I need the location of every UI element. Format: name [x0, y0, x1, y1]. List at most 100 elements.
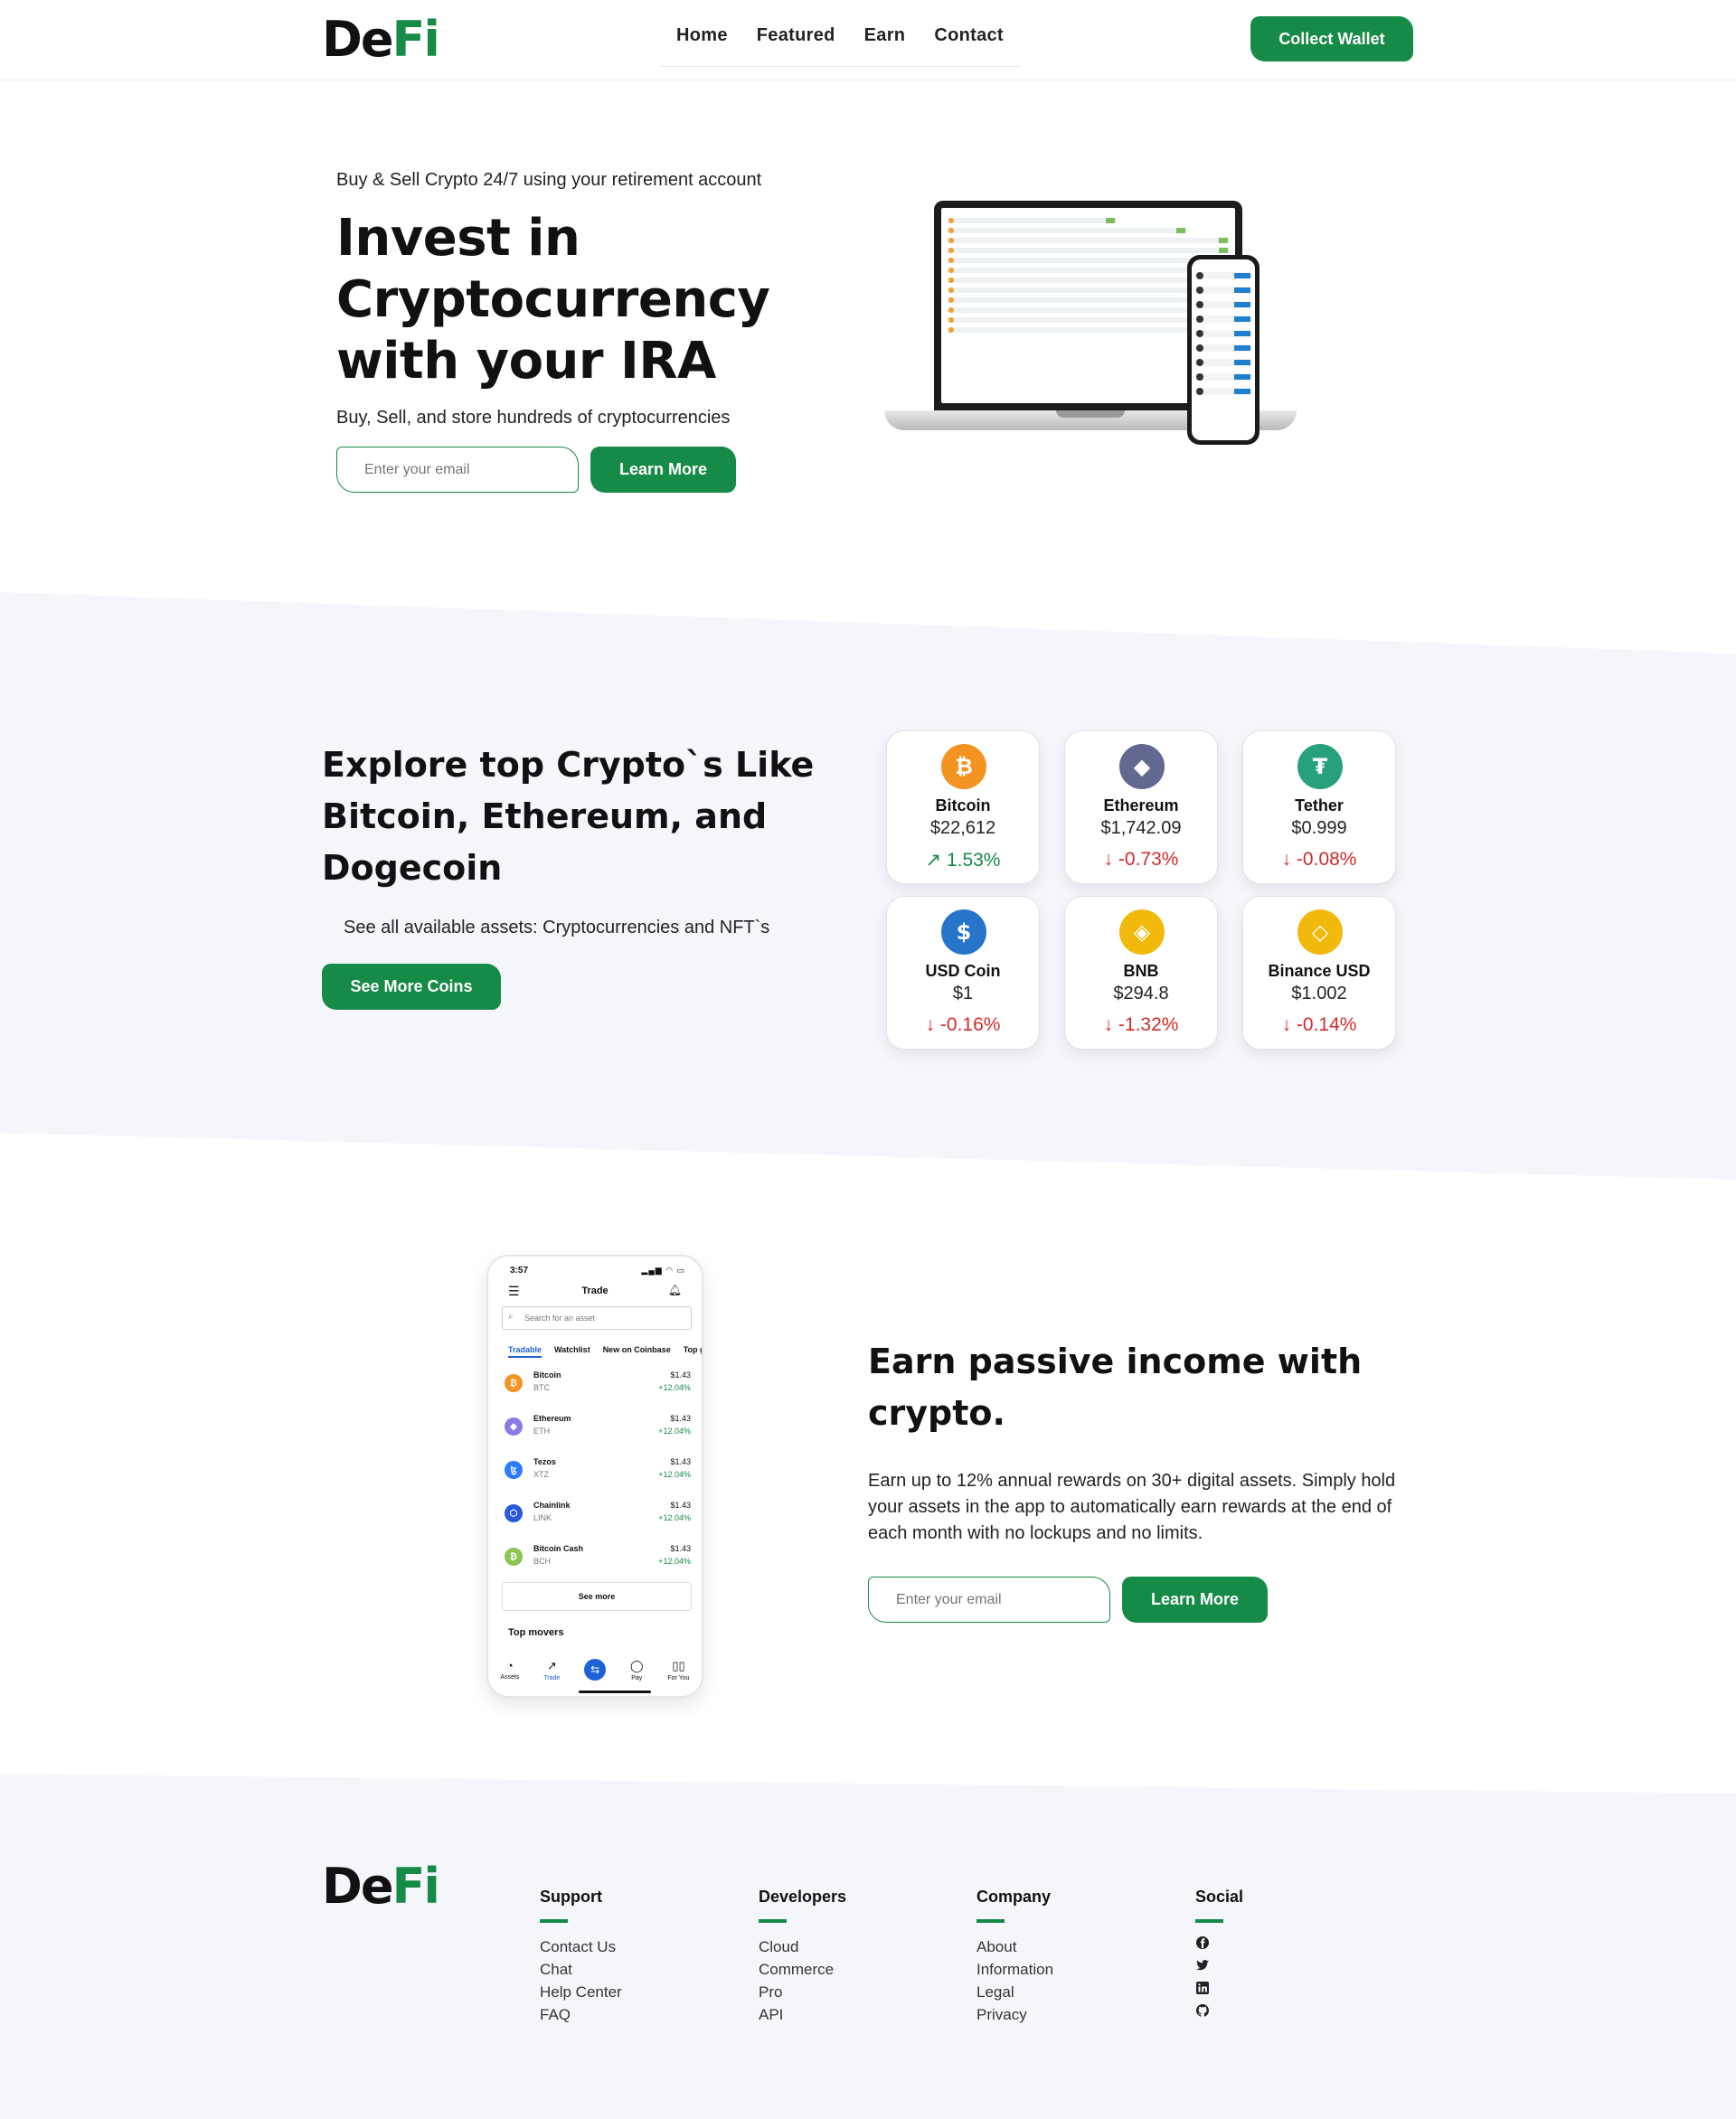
asset-name: Ethereum — [533, 1414, 571, 1423]
hero-kicker: Buy & Sell Crypto 24/7 using your retire… — [336, 170, 762, 190]
phone-asset-row: ◆ Ethereum ETH $1.43 +12.04% — [505, 1410, 691, 1443]
phone-nav-item: ⇆ — [584, 1659, 607, 1695]
footer-link[interactable]: Contact Us — [540, 1935, 622, 1958]
hero-learn-more-button[interactable]: Learn More — [590, 447, 736, 493]
phone-nav-item: ↗ Trade — [543, 1659, 561, 1681]
explore-background — [0, 592, 1736, 1180]
see-more-coins-button[interactable]: See More Coins — [322, 964, 501, 1010]
earn-learn-more-button[interactable]: Learn More — [1122, 1577, 1268, 1623]
asset-price: $1.43 — [670, 1501, 691, 1510]
coin-price: $1 — [952, 984, 974, 1003]
coin-card[interactable]: ◇ Binance USD $1.002 ↓ -0.14% — [1242, 896, 1396, 1050]
earn-description: Earn up to 12% annual rewards on 30+ dig… — [868, 1471, 1396, 1543]
asset-name: Bitcoin — [533, 1370, 561, 1380]
bell-icon: 🔔︎ — [667, 1284, 682, 1296]
explore-subtitle: See all available assets: Cryptocurrenci… — [344, 918, 770, 937]
nav-contact[interactable]: Contact — [934, 25, 1004, 66]
phone-tabs: Tradable Watchlist New on Coinbase Top g — [508, 1345, 702, 1358]
footer-link[interactable]: Cloud — [759, 1935, 846, 1958]
linkedin-icon[interactable] — [1195, 1981, 1210, 1995]
phone-nav-icon: ↗ — [546, 1659, 557, 1672]
twitter-icon[interactable] — [1195, 1958, 1210, 1973]
coin-card[interactable]: $ USD Coin $1 ↓ -0.16% — [886, 896, 1040, 1050]
bitcoin-icon: ₿ — [941, 744, 986, 789]
coin-change: ↓ -0.16% — [925, 1014, 1001, 1035]
phone-asset-row: ⬡ Chainlink LINK $1.43 +12.04% — [505, 1497, 691, 1530]
phone-nav-item: ▯▯ For You — [667, 1659, 690, 1681]
footer-link[interactable]: Chat — [540, 1958, 622, 1981]
asset-ticker: XTZ — [533, 1470, 549, 1479]
footer-link[interactable]: About — [976, 1935, 1053, 1958]
earn-email-input[interactable] — [868, 1577, 1110, 1623]
coin-name: Binance USD — [1268, 962, 1371, 980]
footer-logo[interactable]: DeFi — [322, 1858, 440, 1915]
coin-change: ↓ -0.73% — [1103, 849, 1179, 870]
asset-change: +12.04% — [658, 1470, 691, 1479]
collect-wallet-button[interactable]: Collect Wallet — [1250, 16, 1413, 61]
facebook-icon[interactable] — [1195, 1935, 1210, 1950]
footer-link[interactable]: API — [759, 2003, 846, 2026]
coin-price: $22,612 — [929, 818, 996, 838]
hero-email-input[interactable] — [336, 447, 579, 493]
footer-link[interactable]: Pro — [759, 1981, 846, 2003]
footer-support-title: Support — [540, 1888, 602, 1906]
coin-change: ↓ -0.14% — [1281, 1014, 1357, 1035]
footer-link[interactable]: Commerce — [759, 1958, 846, 1981]
asset-icon: ⬡ — [505, 1504, 523, 1522]
phone-status-icons: ▂▄▆ ◠ ▭ — [641, 1266, 685, 1275]
asset-change: +12.04% — [658, 1427, 691, 1436]
phone-bottom-nav: ◔ Assets ↗ Trade ⇆ ◯ Pay ▯▯ For You — [488, 1659, 702, 1695]
phone-asset-row: ꜩ Tezos XTZ $1.43 +12.04% — [505, 1454, 691, 1486]
nav-featured[interactable]: Featured — [757, 25, 835, 66]
coin-price: $0.999 — [1291, 818, 1347, 838]
hero-title: Invest in Cryptocurrency with your IRA — [336, 209, 770, 391]
coin-name: Tether — [1295, 796, 1344, 815]
usd-coin-icon: $ — [941, 909, 986, 955]
footer-link[interactable]: Information — [976, 1958, 1053, 1981]
trade-app-mockup: 3:57 ▂▄▆ ◠ ▭ ☰ Trade 🔔︎ ⌕ Search for an … — [486, 1255, 703, 1698]
footer-developers-title: Developers — [759, 1888, 847, 1906]
home-indicator — [579, 1690, 651, 1693]
phone-tab-tradable: Tradable — [508, 1345, 542, 1358]
coin-card[interactable]: ₿ Bitcoin $22,612 ↗ 1.53% — [886, 730, 1040, 884]
asset-price: $1.43 — [670, 1414, 691, 1423]
footer-link[interactable]: FAQ — [540, 2003, 622, 2026]
phone-nav-icon: ▯▯ — [672, 1659, 685, 1672]
logo[interactable]: DeFi — [322, 11, 440, 68]
footer-background — [0, 1774, 1736, 2119]
phone-nav-item: ◯ Pay — [630, 1659, 644, 1681]
site-header: DeFi Home Featured Earn Contact Collect … — [0, 0, 1736, 80]
footer-link[interactable]: Privacy — [976, 2003, 1053, 2026]
asset-change: +12.04% — [658, 1557, 691, 1566]
coin-price: $1.002 — [1291, 984, 1347, 1003]
earn-title: Earn passive income with crypto. — [868, 1342, 1363, 1433]
footer-company-title: Company — [976, 1888, 1052, 1906]
phone-nav-icon: ◯ — [630, 1659, 644, 1672]
coin-change: ↓ -0.08% — [1281, 849, 1357, 870]
coin-card[interactable]: ◈ BNB $294.8 ↓ -1.32% — [1064, 896, 1218, 1050]
asset-ticker: BCH — [533, 1557, 552, 1566]
coin-name: Bitcoin — [935, 796, 991, 815]
asset-price: $1.43 — [670, 1370, 691, 1380]
coin-card[interactable]: ₮ Tether $0.999 ↓ -0.08% — [1242, 730, 1396, 884]
phone-tab-watchlist: Watchlist — [554, 1345, 590, 1354]
nav-earn[interactable]: Earn — [864, 25, 906, 66]
coin-price: $1,742.09 — [1100, 818, 1182, 838]
coin-card[interactable]: ◆ Ethereum $1,742.09 ↓ -0.73% — [1064, 730, 1218, 884]
footer-developers: Developers Cloud Commerce Pro API — [759, 1888, 846, 2026]
asset-ticker: BTC — [533, 1383, 550, 1392]
asset-icon: ◆ — [505, 1417, 523, 1436]
footer-social: Social — [1195, 1888, 1243, 2026]
footer-link[interactable]: Help Center — [540, 1981, 622, 2003]
coin-change: ↗ 1.53% — [925, 850, 1001, 871]
phone-search-field: ⌕ Search for an asset — [502, 1306, 692, 1330]
phone-nav-icon: ◔ — [506, 1659, 514, 1672]
phone-mockup-image — [1187, 255, 1260, 445]
phone-nav-item: ◔ Assets — [500, 1659, 520, 1681]
nav-home[interactable]: Home — [676, 25, 728, 66]
main-nav: Home Featured Earn Contact — [660, 25, 1022, 67]
footer-link[interactable]: Legal — [976, 1981, 1053, 2003]
github-icon[interactable] — [1195, 2003, 1210, 2018]
asset-name: Chainlink — [533, 1501, 571, 1510]
asset-icon: ₿ — [505, 1548, 523, 1566]
